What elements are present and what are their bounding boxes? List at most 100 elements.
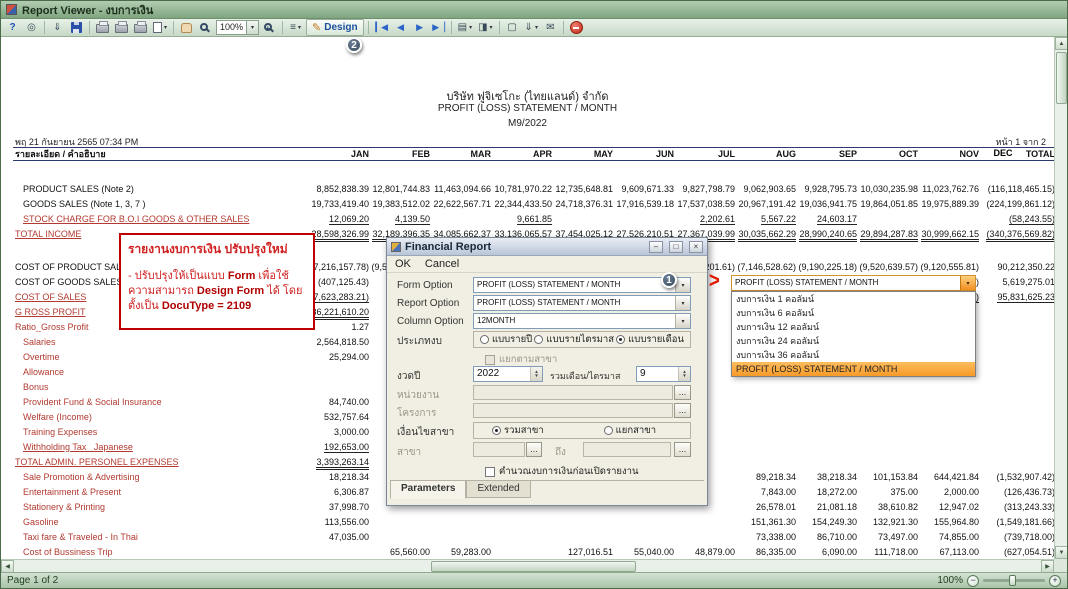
branch-to-input[interactable] (583, 442, 671, 457)
period-year-spinner[interactable]: 2022 ▲▼ (473, 366, 543, 382)
help-button[interactable]: ? (4, 20, 21, 36)
spinner-arrows-icon[interactable]: ▲▼ (678, 367, 690, 381)
print-button[interactable] (113, 20, 130, 36)
dialog-maximize-button[interactable]: □ (669, 241, 683, 253)
split-branch-checkbox[interactable]: แยกตามสาขา (485, 352, 557, 367)
prev-page-button[interactable]: ◀ (392, 20, 409, 36)
export-button[interactable]: ⇓ (49, 20, 66, 36)
goto-page-button[interactable]: ▤▾ (456, 20, 474, 36)
last-page-button[interactable]: ▶▕ (430, 20, 447, 36)
zoom-out-button[interactable]: − (967, 575, 979, 587)
cell-value: (9,120,555.81) (919, 262, 980, 272)
column-header: APR (492, 149, 553, 159)
first-page-button[interactable]: ▎◀ (373, 20, 390, 36)
period-month-spinner[interactable]: 9 ▲▼ (636, 366, 691, 382)
background-button[interactable]: ◨▾ (476, 20, 494, 36)
next-page-button[interactable]: ▶ (411, 20, 428, 36)
row-label: Sale Promotion & Advertising (13, 472, 309, 482)
export-report-button[interactable]: ⇓▾ (523, 20, 540, 36)
column-header: NOV (919, 149, 980, 159)
pan-button[interactable] (178, 20, 195, 36)
table-row: Taxi fare & Traveled - In Thai47,035.007… (13, 529, 1054, 544)
radio-monthly[interactable]: แบบรายเดือน (616, 332, 684, 347)
column-option-combo[interactable]: 12MONTH ▾ (473, 313, 691, 329)
zoom-in-button-status[interactable]: + (1049, 575, 1061, 587)
dialog-close-button[interactable]: × (689, 241, 703, 253)
prev-page-icon: ◀ (397, 22, 403, 33)
radio-quarterly[interactable]: แบบรายไตรมาส (534, 332, 614, 347)
stop-button[interactable] (568, 20, 585, 36)
spinner-arrows-icon[interactable]: ▲▼ (530, 367, 542, 381)
scroll-up-button[interactable]: ▲ (1055, 37, 1068, 50)
print-preview-button[interactable] (132, 20, 149, 36)
branch-from-input[interactable] (473, 442, 525, 457)
help-icon: ? (9, 22, 15, 33)
zoom-level-combo[interactable]: 100% ▾ (216, 20, 259, 35)
tab-extended[interactable]: Extended (466, 481, 530, 498)
table-row: PRODUCT SALES (Note 2)8,852,838.3912,801… (13, 181, 1054, 196)
project-input[interactable] (473, 403, 673, 418)
cell-total: (116,118,465.15) (980, 184, 1054, 194)
zoom-button[interactable] (197, 20, 214, 36)
report-option-combo[interactable]: PROFIT (LOSS) STATEMENT / MONTH ▾ (473, 295, 691, 311)
radio-icon (480, 335, 489, 344)
page-setup-button[interactable]: ▾ (151, 20, 169, 36)
chevron-down-icon[interactable]: ▾ (675, 278, 690, 292)
magnifier-icon (200, 23, 208, 31)
branch-to-browse-button[interactable]: ... (674, 442, 691, 457)
radio-split-branches[interactable]: แยกสาขา (604, 423, 656, 438)
annotation-line: - ปรับปรุงให้เป็นแบบ Form เพื่อใช้ (128, 269, 306, 284)
cell-value: 127,016.51 (553, 547, 614, 557)
project-browse-button[interactable]: ... (674, 403, 691, 418)
popup-combo-display[interactable]: PROFIT (LOSS) STATEMENT / MONTH ▾ (731, 275, 976, 291)
cell-value: 11,463,094.66 (431, 184, 492, 194)
chevron-down-icon[interactable]: ▾ (675, 296, 690, 310)
status-zoom-control: 100% − + (937, 575, 1061, 587)
dialog-minimize-button[interactable]: – (649, 241, 663, 253)
cell-value: 2,564,818.50 (309, 337, 370, 347)
tab-parameters[interactable]: Parameters (390, 480, 466, 499)
vertical-scroll-thumb[interactable] (1056, 52, 1067, 104)
chevron-down-icon[interactable]: ▾ (246, 21, 258, 34)
calc-before-open-checkbox[interactable]: คำนวณงบการเงินก่อนเปิดรายงาน (485, 464, 638, 479)
save-button[interactable] (68, 20, 85, 36)
scroll-down-button[interactable]: ▼ (1055, 546, 1068, 559)
chevron-down-icon[interactable]: ▾ (675, 314, 690, 328)
cell-value: 644,421.84 (919, 472, 980, 482)
ok-menu-item[interactable]: OK (395, 258, 411, 270)
vertical-scrollbar[interactable]: ▲ ▼ (1054, 37, 1067, 559)
horizontal-scroll-thumb[interactable] (431, 561, 636, 572)
copy-button[interactable]: ▢ (504, 20, 521, 36)
print-setup-button[interactable] (94, 20, 111, 36)
cell-value: 7,843.00 (736, 487, 797, 497)
department-input[interactable] (473, 385, 673, 400)
combo-list-item[interactable]: งบการเงิน 6 คอลัมน์ (732, 306, 975, 320)
radio-all-branches[interactable]: รวมสาขา (492, 423, 544, 438)
combo-list-item[interactable]: งบการเงิน 12 คอลัมน์ (732, 320, 975, 334)
form-option-combo[interactable]: PROFIT (LOSS) STATEMENT / MONTH ▾ (473, 277, 691, 293)
find-button[interactable]: ◎ (23, 20, 40, 36)
zoom-slider[interactable] (983, 579, 1045, 582)
view-mode-button[interactable]: ≡▾ (287, 20, 304, 36)
zoom-in-button[interactable] (261, 20, 278, 36)
email-button[interactable]: ✉ (542, 20, 559, 36)
checkbox-icon (485, 355, 495, 365)
dialog-titlebar[interactable]: Financial Report – □ × (387, 238, 707, 256)
cancel-menu-item[interactable]: Cancel (425, 258, 459, 270)
radio-yearly[interactable]: แบบรายปี (480, 332, 532, 347)
branch-from-browse-button[interactable]: ... (526, 442, 542, 457)
goto-page-icon: ▤ (458, 22, 467, 33)
zoom-slider-thumb[interactable] (1009, 575, 1016, 586)
design-button[interactable]: ✎ Design (306, 19, 364, 36)
combo-list-item[interactable]: PROFIT (LOSS) STATEMENT / MONTH (732, 362, 975, 376)
department-browse-button[interactable]: ... (674, 385, 691, 400)
horizontal-scrollbar[interactable]: ◀ ▶ (1, 559, 1054, 572)
dialog-icon (391, 242, 401, 252)
chevron-down-icon[interactable]: ▾ (960, 276, 975, 290)
combo-list-item[interactable]: งบการเงิน 36 คอลัมน์ (732, 348, 975, 362)
combo-list-item[interactable]: งบการเงิน 24 คอลัมน์ (732, 334, 975, 348)
row-label: Withholding Tax _Japanese (13, 442, 309, 452)
radio-icon (604, 426, 613, 435)
row-label: STOCK CHARGE FOR B.O.I GOODS & OTHER SAL… (13, 214, 309, 224)
combo-list-item[interactable]: งบการเงิน 1 คอลัมน์ (732, 292, 975, 306)
